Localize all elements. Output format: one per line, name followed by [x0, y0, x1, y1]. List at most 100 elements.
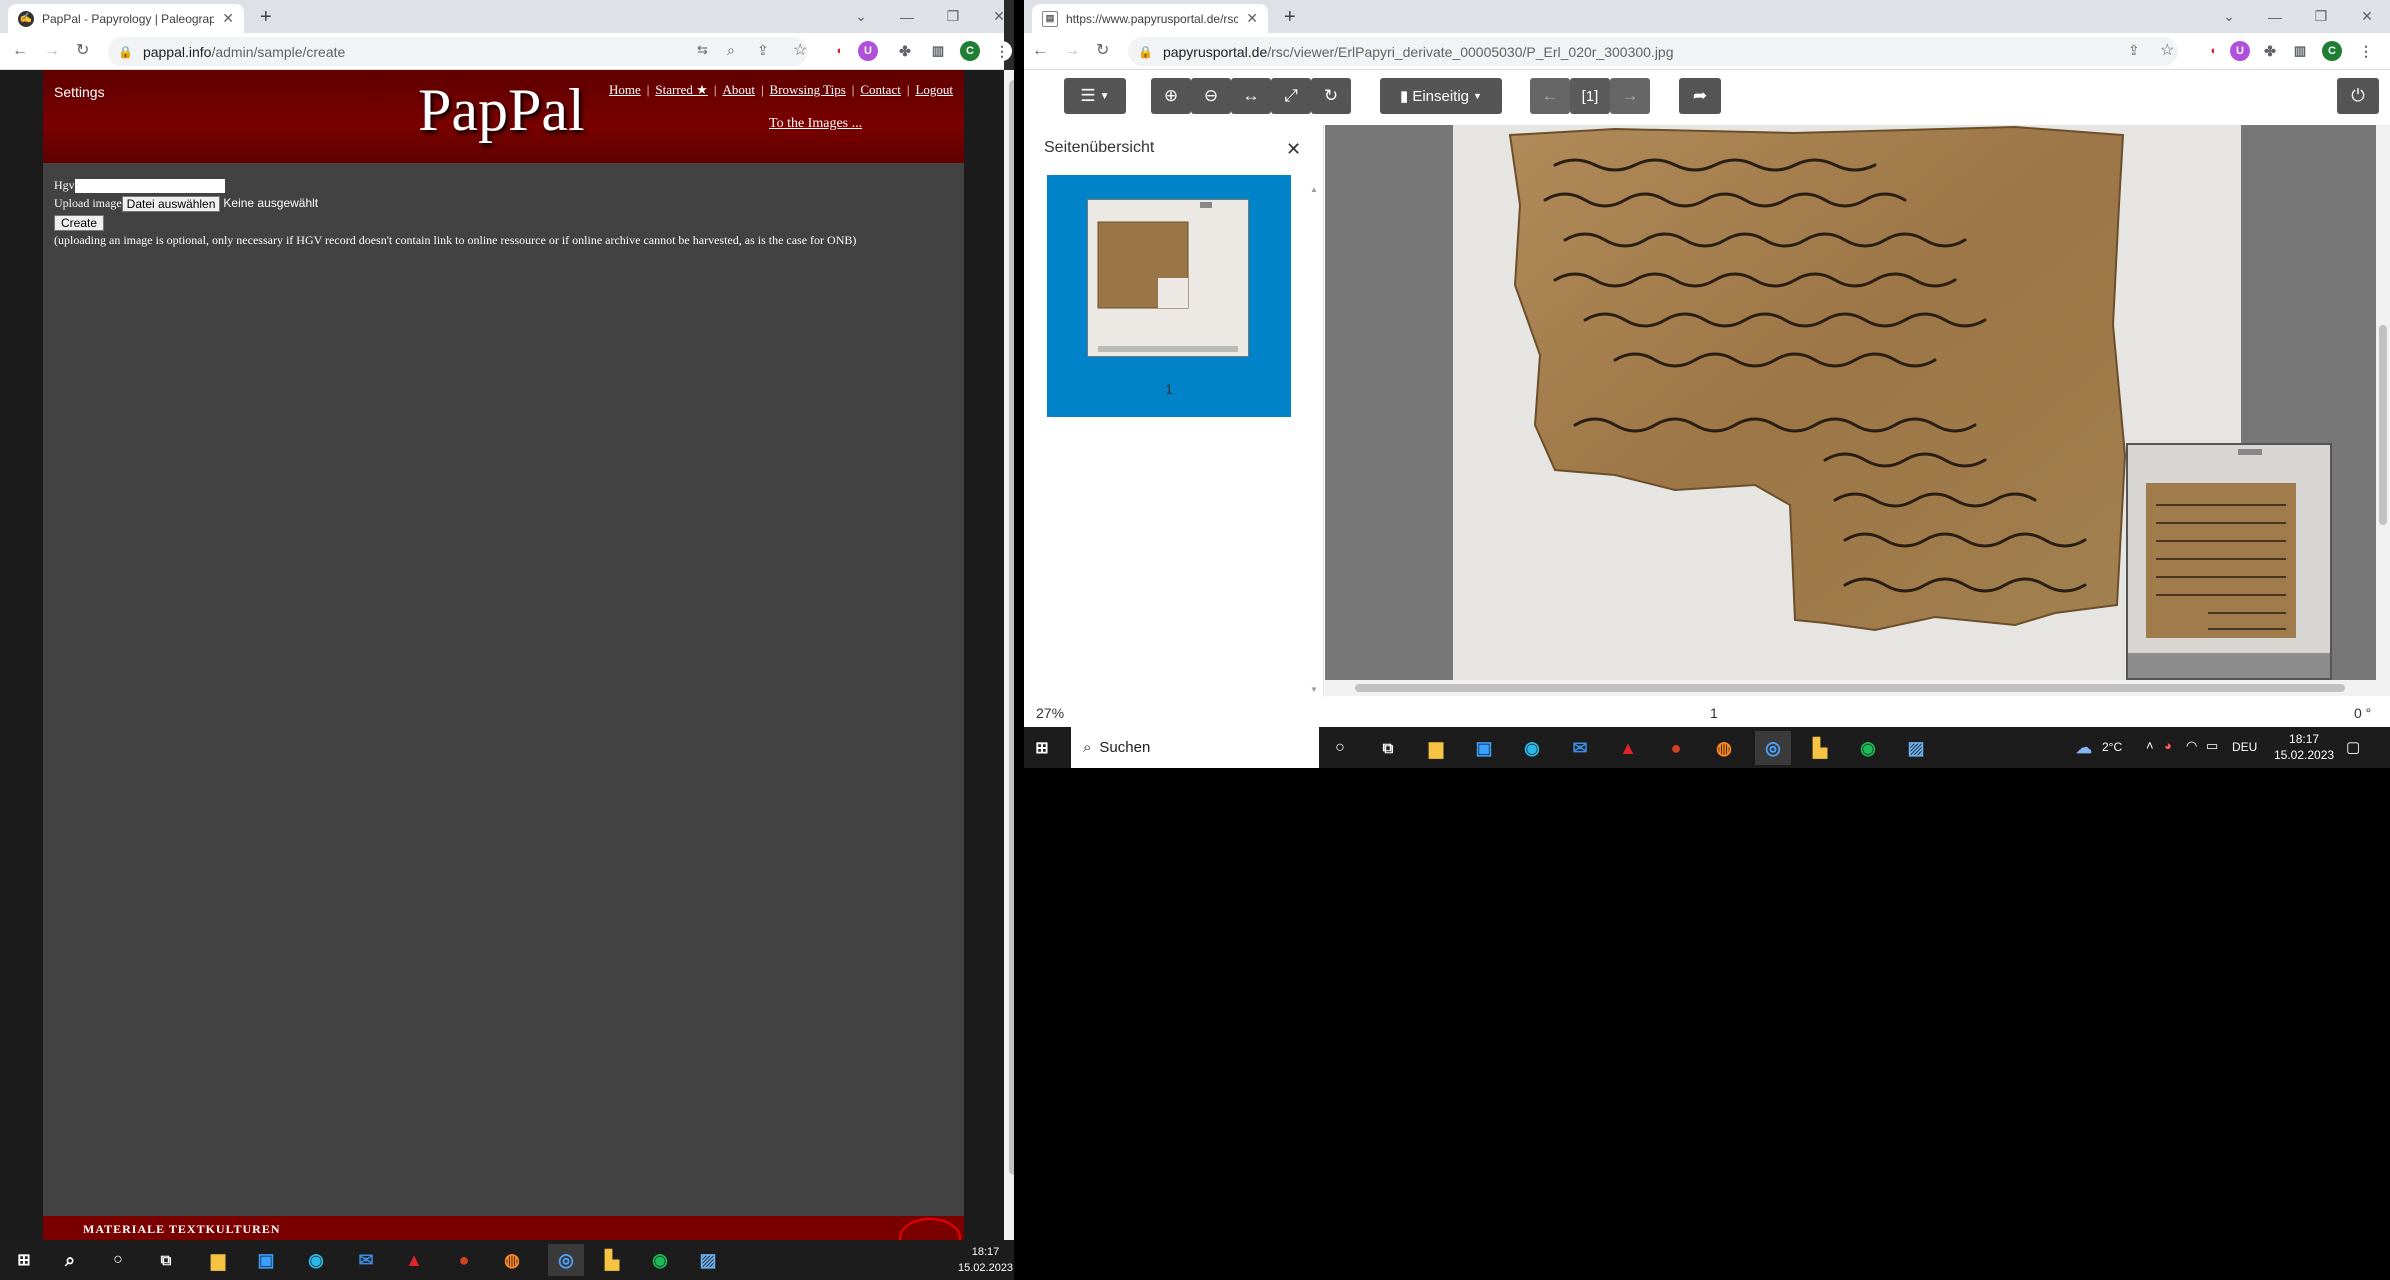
left-clock[interactable]: 18:17 15.02.2023: [958, 1244, 1013, 1276]
bookmark-star-icon[interactable]: ☆: [2160, 43, 2174, 59]
task-view-icon[interactable]: ⧉: [152, 1246, 180, 1274]
zoom-out-button[interactable]: ⊖: [1191, 78, 1231, 114]
photos-icon[interactable]: ▨: [1902, 734, 1930, 762]
close-tab-icon[interactable]: ✕: [222, 10, 234, 27]
share-icon[interactable]: ⇪: [757, 43, 769, 57]
hgv-input[interactable]: [74, 179, 225, 194]
restore-icon[interactable]: ❐: [2298, 8, 2344, 25]
image-canvas[interactable]: [1325, 125, 2390, 680]
sidebar-scroll-up-icon[interactable]: ▲: [1310, 185, 1318, 194]
firefox-icon[interactable]: ◍: [1710, 734, 1738, 762]
next-page-button[interactable]: →: [1610, 78, 1650, 114]
settings-link[interactable]: Settings: [54, 84, 105, 100]
edge-icon[interactable]: ◉: [1518, 734, 1546, 762]
store-icon[interactable]: ▣: [252, 1246, 280, 1274]
close-viewer-button[interactable]: ⏻: [2337, 78, 2379, 114]
scrollbar-thumb[interactable]: [2379, 325, 2387, 525]
layout-dropdown[interactable]: ▮ Einseitig ▼: [1380, 78, 1502, 114]
close-tab-icon[interactable]: ✕: [1246, 10, 1258, 27]
choose-file-button[interactable]: Datei auswählen: [121, 196, 221, 213]
translate-icon[interactable]: ⇆: [697, 43, 708, 56]
zoom-in-button[interactable]: ⊕: [1151, 78, 1191, 114]
tray-app-icon[interactable]: ◕: [2164, 738, 2172, 753]
chrome-icon[interactable]: ◎: [548, 1244, 584, 1276]
nav-starred[interactable]: Starred ★: [655, 82, 707, 98]
network-icon[interactable]: ◠: [2186, 738, 2197, 754]
sidepanel-icon[interactable]: ▥: [928, 41, 948, 61]
powerpoint-icon[interactable]: ●: [1662, 734, 1690, 762]
fit-width-button[interactable]: ↔: [1231, 78, 1271, 114]
tray-chevron-icon[interactable]: ˄: [2146, 738, 2154, 753]
cortana-icon[interactable]: ○: [104, 1246, 132, 1274]
scrollbar-thumb[interactable]: [1355, 684, 2345, 692]
weather-icon[interactable]: ☁: [2070, 734, 2098, 762]
windows-start-icon[interactable]: ⊞: [1028, 734, 1056, 762]
reload-icon[interactable]: ↻: [76, 43, 89, 59]
extension-ublock-icon[interactable]: U: [858, 41, 878, 61]
nav-contact[interactable]: Contact: [860, 82, 900, 98]
extension-shield-icon[interactable]: ◐: [2204, 41, 2224, 61]
restore-icon[interactable]: ❐: [930, 8, 976, 25]
file-manager-icon[interactable]: ▙: [598, 1246, 626, 1274]
language-indicator[interactable]: DEU: [2232, 740, 2257, 754]
mail-icon[interactable]: ✉: [1566, 734, 1594, 762]
back-icon[interactable]: ←: [12, 43, 28, 59]
search-icon[interactable]: ⌕: [56, 1246, 84, 1274]
share-button[interactable]: ➦: [1679, 78, 1721, 114]
store-icon[interactable]: ▣: [1470, 734, 1498, 762]
nav-about[interactable]: About: [722, 82, 755, 98]
viewer-menu-button[interactable]: ☰ ▼: [1064, 78, 1126, 114]
taskbar-search-box[interactable]: ⌕ Suchen: [1071, 727, 1319, 768]
address-bar[interactable]: 🔒 papyrusportal.de/rsc/viewer/ErlPapyri_…: [1128, 37, 2178, 66]
new-tab-icon[interactable]: +: [260, 6, 272, 29]
forward-icon[interactable]: →: [1064, 43, 1080, 59]
extensions-puzzle-icon[interactable]: ✤: [895, 41, 915, 61]
sidepanel-icon[interactable]: ▥: [2290, 41, 2310, 61]
new-tab-icon[interactable]: +: [1284, 6, 1296, 29]
prev-page-button[interactable]: ←: [1530, 78, 1570, 114]
rotate-button[interactable]: ↻: [1311, 78, 1351, 114]
nav-logout[interactable]: Logout: [915, 82, 953, 98]
canvas-vertical-scrollbar[interactable]: [2376, 125, 2390, 680]
nav-browsing-tips[interactable]: Browsing Tips: [770, 82, 846, 98]
mail-icon[interactable]: ✉: [352, 1246, 380, 1274]
weather-temp[interactable]: 2°C: [2102, 740, 2122, 754]
close-window-icon[interactable]: ✕: [2344, 8, 2390, 25]
create-button[interactable]: Create: [54, 214, 105, 231]
notifications-icon[interactable]: ▢: [2346, 738, 2360, 756]
bookmark-star-icon[interactable]: ☆: [793, 43, 807, 59]
edge-icon[interactable]: ◉: [302, 1246, 330, 1274]
sidebar-scroll-down-icon[interactable]: ▼: [1310, 685, 1318, 694]
extension-shield-icon[interactable]: ◐: [830, 41, 850, 61]
menu-dots-icon[interactable]: ⋮: [992, 41, 1012, 61]
profile-avatar[interactable]: C: [2322, 41, 2342, 61]
file-manager-icon[interactable]: ▙: [1806, 734, 1834, 762]
tab-pappal[interactable]: ✍ PapPal - Papyrology | Paleograph ✕: [8, 4, 244, 33]
firefox-icon[interactable]: ◍: [498, 1246, 526, 1274]
tab-search-icon[interactable]: ⌄: [838, 8, 884, 25]
acrobat-icon[interactable]: ▲: [1614, 734, 1642, 762]
file-explorer-icon[interactable]: ▆: [204, 1246, 232, 1274]
acrobat-icon[interactable]: ▲: [400, 1246, 428, 1274]
windows-start-icon[interactable]: ⊞: [10, 1246, 38, 1274]
forward-icon[interactable]: →: [44, 43, 60, 59]
file-explorer-icon[interactable]: ▆: [1422, 734, 1450, 762]
extension-ublock-icon[interactable]: U: [2230, 41, 2250, 61]
tab-search-icon[interactable]: ⌄: [2206, 8, 2252, 25]
minimize-icon[interactable]: —: [884, 9, 930, 25]
to-images-link[interactable]: To the Images ...: [769, 116, 862, 132]
nav-home[interactable]: Home: [609, 82, 641, 98]
fit-page-button[interactable]: ⤢: [1271, 78, 1311, 114]
right-clock[interactable]: 18:17 15.02.2023: [2274, 731, 2334, 763]
page-indicator[interactable]: [1]: [1570, 78, 1610, 114]
close-sidebar-icon[interactable]: ✕: [1286, 139, 1301, 160]
photos-icon[interactable]: ▨: [694, 1246, 722, 1274]
canvas-horizontal-scrollbar[interactable]: [1325, 680, 2390, 696]
menu-dots-icon[interactable]: ⋮: [2356, 41, 2376, 61]
battery-icon[interactable]: ▭: [2206, 738, 2218, 754]
pappal-logo[interactable]: PapPal: [418, 76, 585, 145]
back-icon[interactable]: ←: [1032, 43, 1048, 59]
thumbnail-page-1[interactable]: 1: [1047, 175, 1291, 417]
task-view-icon[interactable]: ⧉: [1374, 734, 1402, 762]
profile-avatar[interactable]: C: [960, 41, 980, 61]
